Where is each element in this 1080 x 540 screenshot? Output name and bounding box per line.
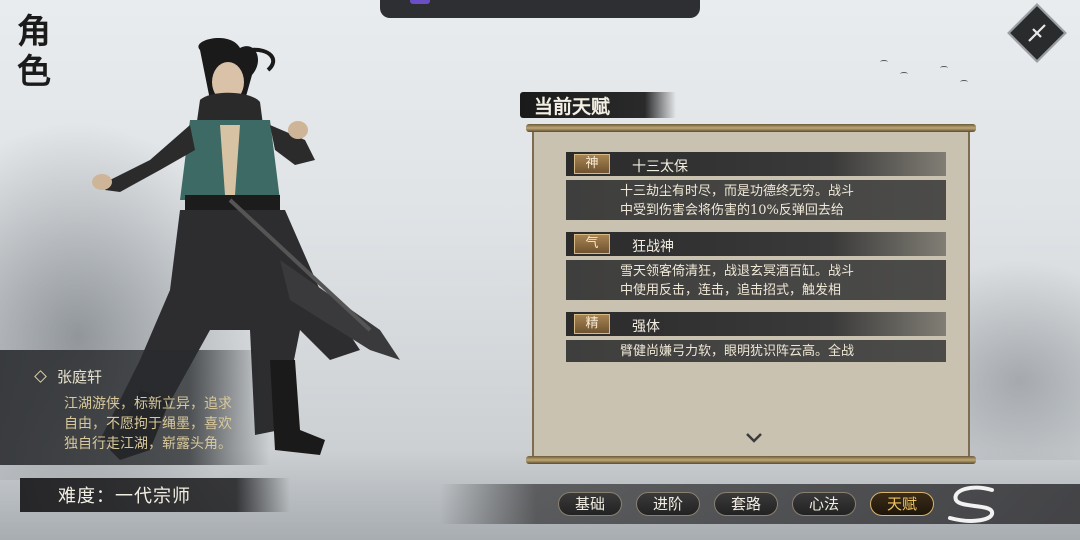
talent-description-line: 中使用反击，连击，追击招式，触发相 [620, 283, 842, 298]
close-icon [1028, 24, 1046, 42]
diamond-icon [34, 370, 47, 383]
tab-basic[interactable]: 基础 [558, 492, 622, 516]
scroll-rod-top [526, 124, 976, 132]
character-description-line: 独自行走江湖，崭露头角。 [64, 436, 232, 452]
talent-description-line: 臂健尚嫌弓力软，眼明犹识阵云高。全战 [620, 344, 855, 359]
section-title: 当前天赋 [534, 96, 611, 118]
talent-description: 臂健尚嫌弓力软，眼明犹识阵云高。全战 [620, 342, 940, 361]
talent-description-line: 雪天领客倚清狂，战退玄冥酒百缸。战斗 [620, 264, 855, 279]
close-button[interactable] [1007, 3, 1067, 63]
bird-icon [940, 66, 948, 70]
talent-name: 狂战神 [632, 239, 674, 255]
scroll-rod-bottom [526, 456, 976, 464]
bird-icon [900, 72, 908, 76]
bird-icon [960, 80, 968, 84]
talent-description-line: 中受到伤害会将伤害的10%反弹回去给 [620, 203, 844, 218]
character-description: 江湖游侠，标新立异，追求 自由，不愿拘于绳墨，喜欢 独自行走江湖，崭露头角。 [64, 394, 274, 454]
talent-tag: 精 [574, 314, 610, 334]
talent-name: 十三太保 [632, 159, 688, 175]
difficulty-label: 难度：一代宗师 [58, 486, 191, 507]
talent-header[interactable] [566, 312, 946, 336]
talent-description: 雪天领客倚清狂，战退玄冥酒百缸。战斗 中使用反击，连击，追击招式，触发相 [620, 262, 940, 300]
talent-description-line: 十三劫尘有时尽，而是功德终无穷。战斗 [620, 184, 855, 199]
character-description-line: 自由，不愿拘于绳墨，喜欢 [64, 416, 232, 432]
tab-mental-arts[interactable]: 心法 [792, 492, 856, 516]
talent-name: 强体 [632, 319, 660, 335]
screen-title-char: 色 [17, 52, 51, 92]
screen-title: 角 色 [14, 12, 54, 92]
screen-title-char: 角 [17, 12, 51, 52]
character-description-line: 江湖游侠，标新立异，追求 [64, 396, 232, 412]
talent-header[interactable] [566, 232, 946, 256]
character-name: 张庭轩 [57, 368, 103, 386]
swirl-icon [948, 485, 994, 523]
bird-icon [880, 60, 888, 64]
character-name-row: 张庭轩 [34, 366, 103, 387]
tab-talents[interactable]: 天赋 [870, 492, 934, 516]
tab-advanced[interactable]: 进阶 [636, 492, 700, 516]
chevron-down-icon[interactable] [744, 432, 764, 444]
top-status-bar [380, 0, 700, 18]
talent-tag: 神 [574, 154, 610, 174]
status-chip [410, 0, 430, 4]
talent-header[interactable] [566, 152, 946, 176]
talent-tag: 气 [574, 234, 610, 254]
talent-description: 十三劫尘有时尽，而是功德终无穷。战斗 中受到伤害会将伤害的10%反弹回去给 [620, 182, 940, 220]
tab-routines[interactable]: 套路 [714, 492, 778, 516]
